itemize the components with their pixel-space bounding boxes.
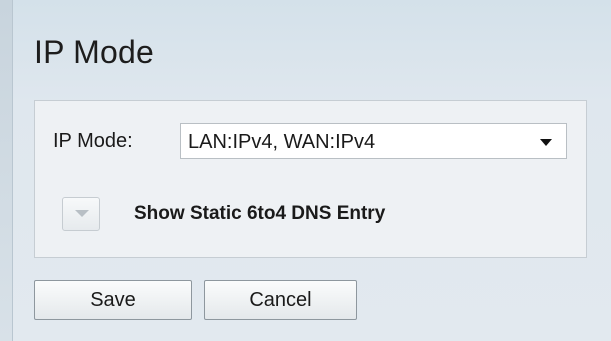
page-title: IP Mode bbox=[34, 34, 154, 70]
ip-mode-label: IP Mode: bbox=[53, 130, 133, 152]
window-left-edge bbox=[0, 0, 13, 341]
save-button[interactable]: Save bbox=[34, 280, 192, 320]
chevron-down-icon bbox=[75, 210, 89, 217]
ip-mode-panel: IP Mode: LAN:IPv4, WAN:IPv4 Show Static … bbox=[34, 100, 587, 258]
dropdown-caret-icon bbox=[540, 139, 552, 146]
show-static-6to4-label: Show Static 6to4 DNS Entry bbox=[134, 203, 386, 224]
show-static-6to4-toggle-button[interactable] bbox=[62, 197, 100, 231]
ip-mode-select-value: LAN:IPv4, WAN:IPv4 bbox=[188, 131, 376, 153]
cancel-button[interactable]: Cancel bbox=[204, 280, 357, 320]
ip-mode-select[interactable]: LAN:IPv4, WAN:IPv4 bbox=[180, 123, 567, 159]
